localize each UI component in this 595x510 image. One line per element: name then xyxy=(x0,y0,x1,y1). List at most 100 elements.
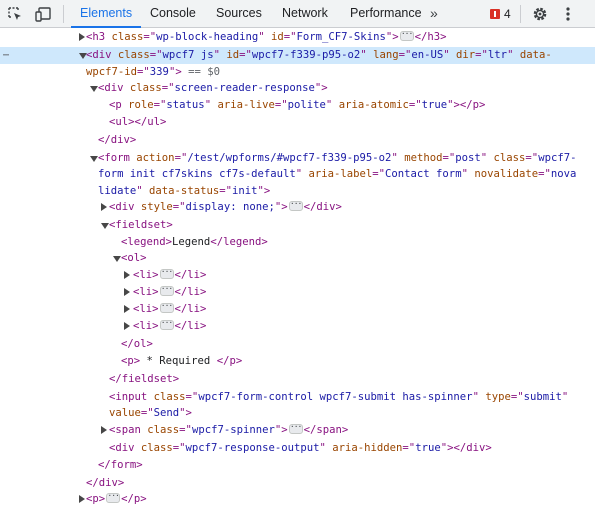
dom-node-line[interactable]: <li> ··· </li> xyxy=(0,267,595,284)
attribute-value: wp-block-heading xyxy=(156,31,259,43)
attribute-name: aria-live xyxy=(217,99,275,111)
attribute-value: true xyxy=(421,99,448,111)
tag-token: <ol> xyxy=(121,252,147,264)
punctuation: " xyxy=(507,49,520,61)
expand-triangle-icon[interactable] xyxy=(124,322,130,330)
tab-console[interactable]: Console xyxy=(150,0,196,27)
dom-node-line[interactable]: <p role="status" aria-live="polite" aria… xyxy=(0,97,595,114)
dom-node-text: <div class="wpcf7 js" id="wpcf7-f339-p95… xyxy=(86,47,552,64)
more-tabs-icon[interactable]: » xyxy=(430,0,438,27)
dom-node-line[interactable]: <li> ··· </li> xyxy=(0,284,595,301)
tab-network[interactable]: Network xyxy=(282,0,328,27)
punctuation: =" xyxy=(408,99,422,111)
expand-triangle-icon[interactable] xyxy=(79,495,85,503)
expand-triangle-icon[interactable] xyxy=(124,271,130,279)
dom-node-line[interactable]: ⋯ <div class="wpcf7 js" id="wpcf7-f339-p9… xyxy=(0,47,595,64)
attribute-name: id xyxy=(271,31,284,43)
dom-node-text: <p role="status" aria-live="polite" aria… xyxy=(109,97,485,114)
collapsed-children-ellipsis-icon[interactable]: ··· xyxy=(288,200,303,211)
collapsed-children-ellipsis-icon[interactable]: ··· xyxy=(106,492,121,503)
expand-triangle-icon[interactable] xyxy=(124,305,130,313)
expand-triangle-icon[interactable] xyxy=(101,203,107,211)
tag-token: <li> xyxy=(133,320,159,332)
collapse-triangle-icon[interactable] xyxy=(90,86,98,92)
dom-node-line[interactable]: lidate" data-status="init"> xyxy=(0,183,595,200)
attribute-name: novalidate xyxy=(474,168,539,180)
punctuation: " xyxy=(480,152,494,164)
expand-triangle-icon[interactable] xyxy=(101,426,107,434)
inspect-element-icon[interactable] xyxy=(6,5,24,23)
dom-node-text: <span class="wpcf7-spinner"> ··· </span> xyxy=(109,422,348,439)
attribute-name: class xyxy=(129,82,162,94)
dom-node-line[interactable]: </ol> xyxy=(0,336,595,353)
dom-node-line[interactable]: <h3 class="wp-block-heading" id="Form_CF… xyxy=(0,29,595,46)
issues-icon xyxy=(490,9,500,19)
dom-node-line[interactable]: <ul></ul> xyxy=(0,114,595,131)
tab-sources[interactable]: Sources xyxy=(216,0,262,27)
expand-triangle-icon[interactable] xyxy=(124,288,130,296)
collapsed-children-ellipsis-icon[interactable]: ··· xyxy=(159,285,174,296)
dom-node-line[interactable]: <p> * Required </p> xyxy=(0,353,595,370)
tag-token: <div xyxy=(109,442,141,454)
tag-token: <p> xyxy=(121,355,141,367)
dom-node-line[interactable]: value="Send"> xyxy=(0,405,595,422)
tag-token: </legend> xyxy=(210,236,268,248)
dom-tree[interactable]: <h3 class="wp-block-heading" id="Form_CF… xyxy=(0,28,595,510)
dom-node-line[interactable]: </form> xyxy=(0,457,595,474)
dom-node-line[interactable]: <div class="wpcf7-response-output" aria-… xyxy=(0,440,595,457)
punctuation: =" xyxy=(398,49,412,61)
collapse-triangle-icon[interactable] xyxy=(113,256,121,262)
collapsed-children-ellipsis-icon[interactable]: ··· xyxy=(288,423,303,434)
tag-token: <span xyxy=(109,424,148,436)
tag-token: </p> xyxy=(459,99,486,111)
collapse-triangle-icon[interactable] xyxy=(101,223,109,229)
dom-node-text: </form> xyxy=(98,457,143,474)
dom-node-line[interactable]: <form action="/test/wpforms/#wpcf7-f339-… xyxy=(0,150,595,167)
more-options-icon[interactable] xyxy=(559,5,577,23)
dom-node-text: <li> ··· </li> xyxy=(133,284,206,301)
attribute-value: wpcf7-f339-p95-o2 xyxy=(251,49,361,61)
collapsed-children-ellipsis-icon[interactable]: ··· xyxy=(159,319,174,330)
dom-node-line[interactable]: wpcf7-id="339"> == $0 xyxy=(0,64,595,81)
dom-node-line[interactable]: </fieldset> xyxy=(0,371,595,388)
dom-node-text: <form action="/test/wpforms/#wpcf7-f339-… xyxy=(98,150,576,167)
collapsed-children-ellipsis-icon[interactable]: ··· xyxy=(399,30,414,41)
dom-node-line[interactable]: <span class="wpcf7-spinner"> ··· </span> xyxy=(0,422,595,439)
device-toolbar-icon[interactable] xyxy=(34,5,52,23)
dom-node-line[interactable]: <fieldset> xyxy=(0,217,595,234)
expand-triangle-icon[interactable] xyxy=(79,33,85,41)
dom-node-line[interactable]: <legend>Legend</legend> xyxy=(0,234,595,251)
attribute-value: 339 xyxy=(149,66,169,78)
punctuation: =" xyxy=(161,82,175,94)
tag-token: <div xyxy=(86,49,118,61)
issues-counter[interactable]: 4 xyxy=(490,7,511,21)
dom-node-line[interactable]: </div> xyxy=(0,132,595,149)
tag-token: <p xyxy=(109,99,129,111)
dom-node-line[interactable]: <li> ··· </li> xyxy=(0,318,595,335)
punctuation: " xyxy=(258,31,271,43)
selected-node-menu-icon[interactable]: ⋯ xyxy=(3,47,9,64)
dom-node-line[interactable]: <input class="wpcf7-form-control wpcf7-s… xyxy=(0,389,595,406)
tab-performance[interactable]: Performance xyxy=(350,0,422,27)
collapsed-children-ellipsis-icon[interactable]: ··· xyxy=(159,302,174,313)
tag-token: <fieldset> xyxy=(109,219,173,231)
dom-node-line[interactable]: <li> ··· </li> xyxy=(0,301,595,318)
attribute-value: true xyxy=(415,442,441,454)
dom-node-line[interactable]: <div class="screen-reader-response"> xyxy=(0,80,595,97)
punctuation: =" xyxy=(475,49,488,61)
dom-node-line[interactable]: form init cf7skins cf7s-default" aria-la… xyxy=(0,166,595,183)
dom-node-text: wpcf7-id="339"> == $0 xyxy=(86,64,220,81)
dom-node-line[interactable]: <ol> xyxy=(0,250,595,267)
collapsed-children-ellipsis-icon[interactable]: ··· xyxy=(159,268,174,279)
settings-gear-icon[interactable] xyxy=(531,5,549,23)
tag-token: </p> xyxy=(216,355,243,367)
dom-node-text: <legend>Legend</legend> xyxy=(121,234,268,251)
dom-node-line[interactable]: <div style="display: none;"> ··· </div> xyxy=(0,199,595,216)
dom-node-text: value="Send"> xyxy=(109,405,192,422)
tab-elements[interactable]: Elements xyxy=(70,0,142,28)
dom-node-line[interactable]: <p> ··· </p> xyxy=(0,491,595,508)
collapse-triangle-icon[interactable] xyxy=(90,156,98,162)
punctuation: =" xyxy=(185,391,199,403)
attribute-name: data- xyxy=(519,49,552,61)
dom-node-line[interactable]: </div> xyxy=(0,475,595,492)
